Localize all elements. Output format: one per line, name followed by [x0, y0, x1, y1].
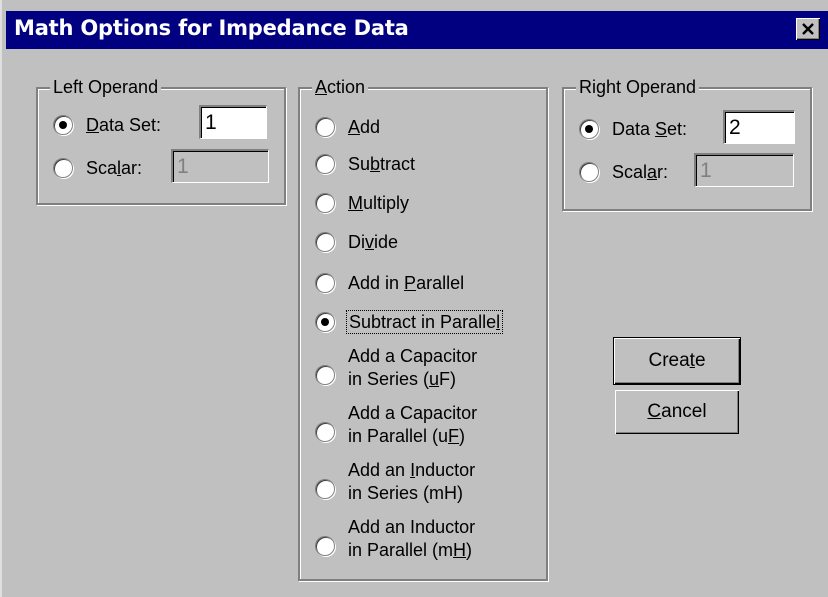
- cancel-button[interactable]: Cancel: [615, 390, 739, 434]
- action-option-subtract[interactable]: Subtract: [315, 154, 415, 174]
- radio-label: Add an Inductor in Parallel (mH): [348, 517, 476, 560]
- action-option-add-inductor-series[interactable]: Add an Inductor in Series (mH): [315, 459, 475, 505]
- action-option-add-capacitor-series[interactable]: Add a Capacitor in Series (uF): [315, 345, 477, 391]
- dialog-window: Math Options for Impedance Data Left Ope…: [0, 0, 828, 597]
- right-operand-legend: Right Operand: [576, 75, 700, 99]
- radio-button[interactable]: [315, 479, 335, 499]
- create-button[interactable]: Create: [613, 337, 741, 385]
- action-option-add-inductor-parallel[interactable]: Add an Inductor in Parallel (mH): [315, 516, 475, 562]
- radio-button[interactable]: [315, 422, 335, 442]
- radio-label: Data Set:: [612, 119, 688, 139]
- action-option-add[interactable]: Add: [315, 117, 380, 137]
- left-operand-legend: Left Operand: [50, 75, 162, 99]
- radio-button[interactable]: [315, 312, 335, 332]
- radio-button[interactable]: [53, 115, 73, 135]
- radio-label: Divide: [348, 232, 399, 252]
- cancel-button-label: Cancel: [647, 401, 707, 422]
- close-button[interactable]: [796, 18, 820, 40]
- radio-label: Add a Capacitor in Series (uF): [348, 346, 478, 389]
- radio-label: Add in Parallel: [348, 273, 465, 293]
- action-option-add-capacitor-parallel[interactable]: Add a Capacitor in Parallel (uF): [315, 402, 477, 448]
- action-option-subtract-in-parallel[interactable]: Subtract in Parallel: [315, 310, 504, 334]
- radio-label: Scalar:: [612, 162, 669, 182]
- left-operand-group: Left Operand Data Set: 1 Scalar: 1: [36, 75, 286, 205]
- radio-label: Scalar:: [86, 158, 143, 178]
- close-icon: [802, 23, 814, 35]
- action-group: Action Add Subtract Multiply Divide Add …: [298, 75, 548, 581]
- radio-label: Add a Capacitor in Parallel (uF): [348, 403, 478, 446]
- radio-button[interactable]: [579, 119, 599, 139]
- window-title: Math Options for Impedance Data: [14, 16, 409, 40]
- radio-button[interactable]: [315, 365, 335, 385]
- action-option-divide[interactable]: Divide: [315, 232, 398, 252]
- right-scalar-radio[interactable]: Scalar:: [579, 162, 668, 182]
- radio-button[interactable]: [315, 536, 335, 556]
- radio-button[interactable]: [315, 154, 335, 174]
- radio-label: Subtract in Parallel: [345, 310, 504, 334]
- right-data-set-input[interactable]: 2: [723, 110, 795, 144]
- radio-button[interactable]: [315, 232, 335, 252]
- right-operand-group: Right Operand Data Set: 2 Scalar: 1: [562, 75, 812, 211]
- radio-label: Add an Inductor in Series (mH): [348, 460, 476, 503]
- radio-button[interactable]: [315, 193, 335, 213]
- action-option-add-in-parallel[interactable]: Add in Parallel: [315, 273, 464, 293]
- radio-button[interactable]: [53, 158, 73, 178]
- title-bar[interactable]: Math Options for Impedance Data: [6, 11, 828, 49]
- left-scalar-input: 1: [171, 149, 269, 183]
- radio-button[interactable]: [579, 162, 599, 182]
- create-button-label: Create: [648, 350, 706, 371]
- left-data-set-input[interactable]: 1: [199, 105, 267, 139]
- left-scalar-radio[interactable]: Scalar:: [53, 158, 142, 178]
- action-option-multiply[interactable]: Multiply: [315, 193, 409, 213]
- action-legend: Action: [312, 75, 369, 99]
- right-data-set-radio[interactable]: Data Set:: [579, 119, 687, 139]
- radio-button[interactable]: [315, 117, 335, 137]
- radio-label: Multiply: [348, 193, 410, 213]
- radio-label: Data Set:: [86, 115, 162, 135]
- left-data-set-radio[interactable]: Data Set:: [53, 115, 161, 135]
- right-scalar-input: 1: [694, 153, 794, 187]
- radio-button[interactable]: [315, 273, 335, 293]
- radio-label: Add: [348, 117, 381, 137]
- radio-label: Subtract: [348, 154, 416, 174]
